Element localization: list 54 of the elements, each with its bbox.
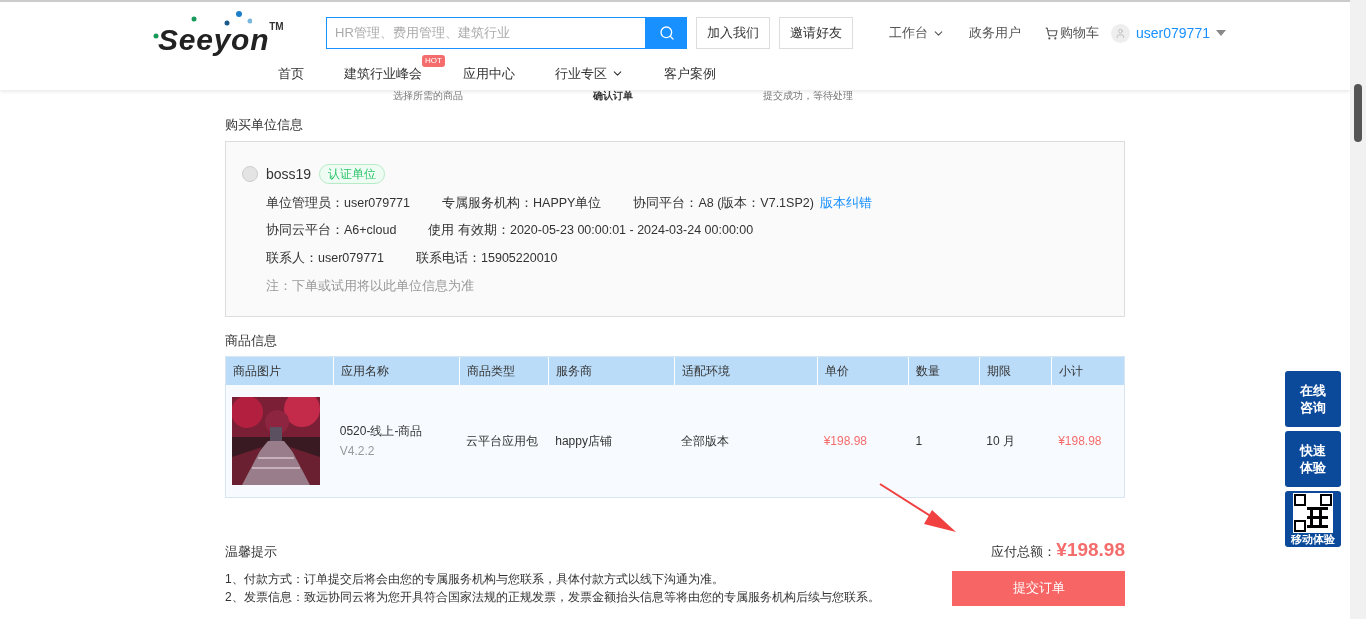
header-button[interactable]: 邀请好友 [779,17,853,49]
nav-item[interactable]: 行业专区 [554,64,624,84]
info-field: 专属服务机构：HAPPY单位 [442,193,602,213]
header-link[interactable]: 工作台 [889,23,945,43]
company-name: boss19 [266,164,312,184]
nav-item[interactable]: 建筑行业峰会 [344,64,422,84]
info-field: 联系人：user079771 [266,249,385,268]
total-amount: ¥198.98 [1056,538,1125,562]
column-header: 小计 [1058,363,1085,380]
table-cell: 全部版本 [681,434,729,448]
caret-icon [1215,30,1226,36]
info-field: 联系电话：15905220010 [416,249,558,268]
search-button[interactable] [646,17,687,49]
side-button[interactable]: 快速体验 [1285,431,1341,487]
step-label: 提交成功，等待处理 [763,90,853,102]
version-text: V4.2.2 [339,443,376,460]
nav-item[interactable]: 应用中心 [462,64,515,84]
cart-icon [1045,26,1058,40]
nav-item[interactable]: 首页 [278,64,304,84]
search-icon [658,25,675,41]
search-field[interactable]: HR管理、费用管理、建筑行业 [326,17,646,49]
header-link[interactable]: 政务用户 [969,23,1021,43]
logo[interactable]: Seeyon [158,25,270,55]
info-field: 协同云平台：A6+cloud [266,221,397,240]
section-heading: 购买单位信息 [225,116,304,134]
tip-text: 1、付款方式：订单提交后将会由您的专属服务机构与您联系，具体付款方式以线下沟通为准。 [225,570,725,588]
info-field: 使用 有效期：2020-05-23 00:00:01 - 2024-03-24 00:00:00 [428,221,754,240]
table-cell: ¥198.98 [1058,434,1102,448]
trademark: TM [269,20,284,34]
table-cell: happy店铺 [555,434,612,448]
tip-text: 2、发票信息：致远协同云将为您开具符合国家法规的正规发票，发票金额抬头信息等将由您的专属服务机构后续与您联系。 [225,588,880,606]
tips-heading: 温馨提示 [225,543,278,561]
header-button[interactable]: 加入我们 [696,17,770,49]
table-cell: 云平台应用包 [466,434,539,448]
table-cell: ¥198.98 [823,434,868,448]
info-field: 协同平台：A8 (版本：V7.1SP2) [633,193,814,213]
note-text: 注：下单或试用将以此单位信息为准 [265,277,475,295]
nav-item[interactable]: 客户案例 [663,64,716,84]
certified-tag: 认证单位 [319,164,386,184]
table-cell: 1 [915,434,923,448]
cart-link[interactable]: 购物车 [1045,23,1099,43]
hot-badge: HOT [422,55,445,67]
info-field: 单位管理员：user079771 [266,193,411,213]
table-cell-text: 0520-线上-商品 [339,423,424,440]
table-cell: 10 月 [986,434,1015,448]
section-heading: 商品信息 [225,331,278,350]
company-logo-icon [242,166,258,182]
side-button[interactable]: 在线咨询 [1285,371,1341,427]
avatar[interactable] [1111,23,1130,43]
step-label: 选择所需的商品 [393,90,463,102]
total-label: 应付总额： [991,544,1057,561]
side-button[interactable]: 移动体验 [1285,491,1341,547]
step-label: 确认订单 [593,90,633,102]
qr-code-icon [1293,492,1333,533]
